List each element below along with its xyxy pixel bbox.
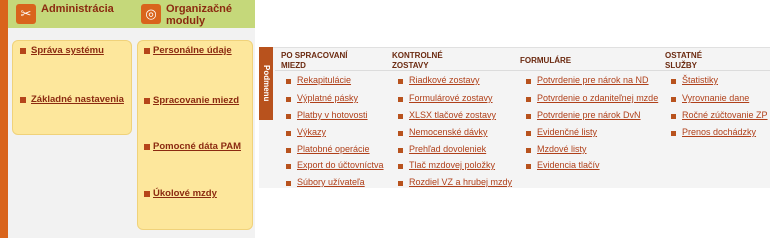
col-header-line2: MIEZD bbox=[281, 61, 306, 70]
bullet-icon bbox=[286, 97, 291, 102]
bullet-icon bbox=[671, 114, 676, 119]
modules-icon: ◎ bbox=[141, 4, 161, 24]
col-header-line1: FORMULÁRE bbox=[520, 56, 572, 65]
link-evidencne-listy[interactable]: Evidenčné listy bbox=[537, 127, 597, 137]
col-header-line1: PO SPRACOVANÍ bbox=[281, 51, 348, 60]
org-title-line2: moduly bbox=[166, 15, 206, 27]
org-card bbox=[137, 40, 253, 230]
bullet-icon bbox=[144, 144, 150, 150]
col-header-line1: KONTROLNÉ bbox=[392, 51, 443, 60]
bullet-icon bbox=[144, 48, 150, 54]
bullet-icon bbox=[286, 181, 291, 186]
link-xlsx-tlacove-zostavy[interactable]: XLSX tlačové zostavy bbox=[409, 110, 496, 120]
link-formularove-zostavy[interactable]: Formulárové zostavy bbox=[409, 93, 493, 103]
bullet-icon bbox=[526, 79, 531, 84]
bullet-icon bbox=[526, 148, 531, 153]
link-potvrdenie-dvn[interactable]: Potvrdenie pre nárok DvN bbox=[537, 110, 641, 120]
link-potvrdenie-mzda[interactable]: Potvrdenie o zdaniteľnej mzde bbox=[537, 93, 658, 103]
bullet-icon bbox=[526, 97, 531, 102]
link-prehlad-dovoleniek[interactable]: Prehľad dovoleniek bbox=[409, 144, 486, 154]
link-vykazy[interactable]: Výkazy bbox=[297, 127, 326, 137]
link-mzdove-listy[interactable]: Mzdové listy bbox=[537, 144, 587, 154]
bullet-icon bbox=[398, 114, 403, 119]
link-zakladne-nastavenia[interactable]: Základné nastavenia bbox=[31, 94, 124, 105]
bullet-icon bbox=[526, 131, 531, 136]
link-vyrovnanie-dane[interactable]: Vyrovnanie dane bbox=[682, 93, 749, 103]
link-personalne-udaje[interactable]: Personálne údaje bbox=[153, 45, 232, 56]
org-title: Organizačné moduly bbox=[166, 3, 232, 27]
link-rekapitulacie[interactable]: Rekapitulácie bbox=[297, 75, 351, 85]
bullet-icon bbox=[20, 97, 26, 103]
link-spracovanie-miezd[interactable]: Spracovanie miezd bbox=[153, 95, 239, 106]
link-ukolove-mzdy[interactable]: Úkolové mzdy bbox=[153, 188, 217, 199]
link-statistiky[interactable]: Štatistiky bbox=[682, 75, 718, 85]
link-sprava-systemu[interactable]: Správa systému bbox=[31, 45, 104, 56]
bullet-icon bbox=[286, 164, 291, 169]
link-export-do-uctovnictva[interactable]: Export do účtovníctva bbox=[297, 160, 384, 170]
link-subory-uzivatela[interactable]: Súbory užívateľa bbox=[297, 177, 365, 187]
bullet-icon bbox=[144, 191, 150, 197]
col-header-line1: OSTATNÉ bbox=[665, 51, 703, 60]
link-potvrdenie-nd[interactable]: Potvrdenie pre nárok na ND bbox=[537, 75, 649, 85]
link-rozdiel-vz[interactable]: Rozdiel VZ a hrubej mzdy bbox=[409, 177, 512, 187]
link-riadkove-zostavy[interactable]: Riadkové zostavy bbox=[409, 75, 480, 85]
bullet-icon bbox=[144, 98, 150, 104]
link-pomocne-data-pam[interactable]: Pomocné dáta PAM bbox=[153, 141, 241, 152]
bullet-icon bbox=[286, 79, 291, 84]
link-platobne-operacie[interactable]: Platobné operácie bbox=[297, 144, 370, 154]
bullet-icon bbox=[398, 164, 403, 169]
link-nemocenske-davky[interactable]: Nemocenské dávky bbox=[409, 127, 488, 137]
bullet-icon bbox=[20, 48, 26, 54]
bullet-icon bbox=[286, 131, 291, 136]
left-edge-bar bbox=[0, 0, 8, 238]
bullet-icon bbox=[398, 181, 403, 186]
bullet-icon bbox=[398, 97, 403, 102]
bullet-icon bbox=[286, 114, 291, 119]
link-prenos-dochadzky[interactable]: Prenos dochádzky bbox=[682, 127, 756, 137]
col-header-formulare: FORMULÁRE bbox=[520, 56, 571, 66]
col-header-po-spracovani: PO SPRACOVANÍ MIEZD bbox=[281, 51, 348, 71]
submenu-tab: Podmenu bbox=[259, 47, 273, 120]
admin-title: Administrácia bbox=[41, 3, 114, 15]
link-tlac-mzdovej-polozky[interactable]: Tlač mzdovej položky bbox=[409, 160, 495, 170]
bullet-icon bbox=[526, 114, 531, 119]
bullet-icon bbox=[671, 79, 676, 84]
link-platby-v-hotovosti[interactable]: Platby v hotovosti bbox=[297, 110, 368, 120]
bullet-icon bbox=[671, 131, 676, 136]
org-header[interactable]: ◎ Organizačné moduly bbox=[133, 0, 255, 28]
bullet-icon bbox=[286, 148, 291, 153]
col-header-line2: SLUŽBY bbox=[665, 61, 697, 70]
link-evidencia-tlaciv[interactable]: Evidencia tlačív bbox=[537, 160, 600, 170]
col-header-line2: ZOSTAVY bbox=[392, 61, 429, 70]
col-header-ostatne: OSTATNÉ SLUŽBY bbox=[665, 51, 702, 71]
bullet-icon bbox=[671, 97, 676, 102]
bullet-icon bbox=[398, 79, 403, 84]
admin-header[interactable]: ✂ Administrácia bbox=[8, 0, 133, 28]
header-divider bbox=[275, 70, 770, 71]
bullet-icon bbox=[398, 131, 403, 136]
col-header-kontrolne: KONTROLNÉ ZOSTAVY bbox=[392, 51, 443, 71]
bullet-icon bbox=[398, 148, 403, 153]
bullet-icon bbox=[526, 164, 531, 169]
link-vyplatne-pasky[interactable]: Výplatné pásky bbox=[297, 93, 358, 103]
tools-icon: ✂ bbox=[16, 4, 36, 24]
org-title-line1: Organizačné bbox=[166, 3, 233, 15]
link-rocne-zuctovanie-zp[interactable]: Ročné zúčtovanie ZP bbox=[682, 110, 768, 120]
